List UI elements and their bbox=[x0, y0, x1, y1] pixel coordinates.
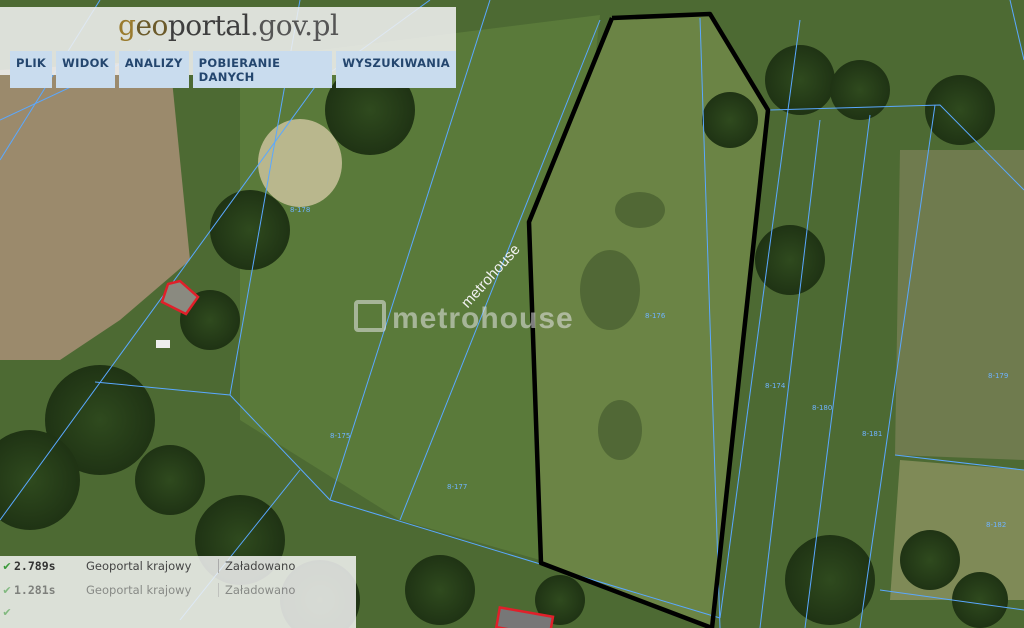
status-row: ✔ 2.789s Geoportal krajowy Załadowano bbox=[0, 556, 356, 576]
geoportal-logo[interactable]: geoportal.gov.pl bbox=[118, 9, 339, 42]
load-time: 1.281s bbox=[14, 583, 56, 597]
parcel-label: 8-181 bbox=[862, 430, 882, 438]
status-row: ✔ 1.281s Geoportal krajowy Załadowano bbox=[0, 580, 356, 600]
parcel-label: 8-179 bbox=[988, 372, 1008, 380]
menu-plik[interactable]: PLIK bbox=[10, 51, 53, 88]
parcel-label: 8-176 bbox=[645, 312, 666, 320]
parcel-label: 8-180 bbox=[812, 404, 832, 412]
load-status-panel: ✔ 2.789s Geoportal krajowy Załadowano ✔ … bbox=[0, 556, 356, 628]
source-name: Geoportal krajowy bbox=[74, 583, 219, 597]
parcel-label: 8-182 bbox=[986, 521, 1006, 529]
load-time: 2.789s bbox=[14, 559, 56, 573]
load-state: Załadowano bbox=[225, 559, 296, 573]
load-state: Załadowano bbox=[225, 583, 296, 597]
menu-pobieranie-danych[interactable]: POBIERANIE DANYCH bbox=[192, 51, 333, 88]
main-menu: PLIK WIDOK ANALIZY POBIERANIE DANYCH WYS… bbox=[10, 51, 456, 88]
menu-analizy[interactable]: ANALIZY bbox=[118, 51, 189, 88]
header-panel: geoportal.gov.pl PLIK WIDOK ANALIZY POBI… bbox=[0, 7, 456, 88]
menu-widok[interactable]: WIDOK bbox=[56, 51, 115, 88]
menu-wyszukiwania[interactable]: WYSZUKIWANIA bbox=[336, 51, 456, 88]
metrohouse-logo-icon bbox=[354, 300, 386, 332]
parcel-label: 8-175 bbox=[330, 432, 350, 440]
check-icon: ✔ bbox=[2, 583, 12, 597]
check-icon: ✔ bbox=[2, 559, 12, 573]
status-row: ✔ bbox=[0, 602, 356, 622]
watermark-text: metrohouse bbox=[392, 302, 574, 335]
parcel-label: 8-178 bbox=[290, 206, 310, 214]
source-name: Geoportal krajowy bbox=[74, 559, 219, 573]
car bbox=[156, 340, 170, 348]
parcel-label: 8-174 bbox=[765, 382, 786, 390]
parcel-label: 8-177 bbox=[447, 483, 467, 491]
check-icon: ✔ bbox=[2, 605, 12, 619]
